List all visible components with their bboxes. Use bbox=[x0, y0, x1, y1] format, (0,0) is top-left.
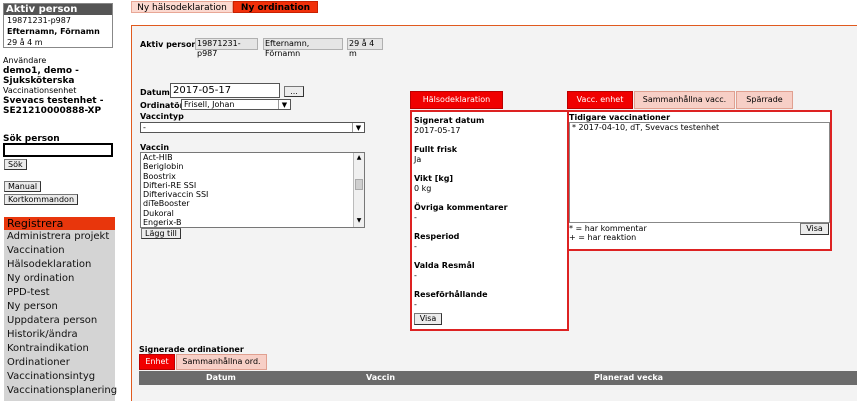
manual-button[interactable]: Manual bbox=[4, 181, 42, 192]
menu-item-vaccination[interactable]: Vaccination bbox=[4, 244, 115, 258]
field-value: 2017-05-17 bbox=[414, 126, 461, 135]
scroll-thumb[interactable] bbox=[355, 179, 363, 190]
column-header-planerad-vecka[interactable]: Planerad vecka bbox=[594, 371, 663, 385]
menu-item-halsodeklaration[interactable]: Hälsodeklaration bbox=[4, 258, 115, 272]
ordinator-select[interactable]: Frisell, Johan ▼ bbox=[181, 99, 291, 110]
menu-header-registrera[interactable]: Registrera bbox=[4, 217, 115, 230]
field-label: Signerat datum bbox=[414, 116, 485, 125]
user-name: demo1, demo - bbox=[3, 66, 79, 76]
tab-vacc-enhet[interactable]: Vacc. enhet bbox=[567, 91, 633, 109]
tab-sammanhallna-ord[interactable]: Sammanhållna ord. bbox=[176, 354, 267, 370]
field-label: Fullt frisk bbox=[414, 145, 458, 154]
listbox-scrollbar[interactable]: ▲ ▼ bbox=[353, 153, 364, 227]
tab-halsodeklaration[interactable]: Hälsodeklaration bbox=[410, 91, 503, 109]
signed-orders-table-header: Datum Vaccin Planerad vecka bbox=[139, 371, 857, 385]
vaccintyp-select[interactable]: - ▼ bbox=[140, 122, 365, 133]
menu-item-ppd-test[interactable]: PPD-test bbox=[4, 286, 115, 300]
vaccintyp-label: Vaccintyp bbox=[140, 112, 184, 121]
list-item[interactable]: Beriglobin bbox=[141, 162, 364, 171]
menu-item-ny-ordination[interactable]: Ny ordination bbox=[4, 272, 115, 286]
search-input[interactable] bbox=[3, 143, 113, 157]
list-item[interactable]: Difterivaccin SSI bbox=[141, 190, 364, 199]
field-value: - bbox=[414, 271, 417, 280]
shortcuts-button[interactable]: Kortkommandon bbox=[4, 194, 79, 205]
date-input[interactable]: 2017-05-17 bbox=[170, 83, 280, 98]
active-person-age: 29 å 4 m bbox=[7, 38, 43, 47]
active-person-age-field: 29 å 4 m bbox=[347, 38, 383, 58]
field-value: Ja bbox=[414, 155, 422, 164]
legend-reaction: + = har reaktion bbox=[569, 233, 637, 242]
chevron-down-icon: ▼ bbox=[278, 100, 290, 109]
tab-sammanhallna-vacc[interactable]: Sammanhållna vacc. bbox=[634, 91, 735, 109]
list-item[interactable]: Difteri-RE SSI bbox=[141, 181, 364, 190]
field-label: Resperiod bbox=[414, 232, 460, 241]
active-person-name-field: Efternamn, Förnamn bbox=[263, 38, 343, 58]
active-person-label: Aktiv person bbox=[140, 40, 198, 49]
list-item[interactable]: diTeBooster bbox=[141, 199, 364, 208]
field-value: - bbox=[414, 242, 417, 251]
unit-name: Svevacs testenhet - bbox=[3, 96, 104, 106]
previous-vaccinations-list[interactable]: * 2017-04-10, dT, Svevacs testenhet bbox=[569, 122, 830, 223]
previous-vaccinations-title: Tidigare vaccinationer bbox=[569, 113, 671, 122]
active-person-id: 19871231-p987 bbox=[7, 16, 71, 25]
date-label: Datum bbox=[140, 88, 170, 97]
list-item[interactable]: Dukoral bbox=[141, 209, 364, 218]
column-header-vaccin[interactable]: Vaccin bbox=[366, 371, 395, 385]
sidebar: Aktiv person 19871231-p987 Efternamn, Fö… bbox=[0, 0, 118, 401]
menu-item-kontraindikation[interactable]: Kontraindikation bbox=[4, 342, 115, 356]
scroll-up-icon[interactable]: ▲ bbox=[355, 154, 363, 163]
field-label: Vikt [kg] bbox=[414, 174, 454, 183]
column-header-datum[interactable]: Datum bbox=[206, 371, 236, 385]
tab-ny-halsodeklaration[interactable]: Ny hälsodeklaration bbox=[131, 1, 233, 13]
active-person-name: Efternamn, Förnamn bbox=[7, 27, 100, 36]
scroll-down-icon[interactable]: ▼ bbox=[355, 217, 363, 226]
tab-sparrade[interactable]: Spärrade bbox=[736, 91, 793, 109]
vaccinations-show-button[interactable]: Visa bbox=[800, 223, 829, 235]
chevron-down-icon: ▼ bbox=[352, 123, 364, 132]
active-person-box: Aktiv person 19871231-p987 Efternamn, Fö… bbox=[3, 3, 113, 48]
health-show-button[interactable]: Visa bbox=[414, 313, 442, 325]
search-button[interactable]: Sök bbox=[4, 159, 27, 170]
ordinator-value: Frisell, Johan bbox=[184, 100, 235, 109]
list-item[interactable]: Act-HIB bbox=[141, 153, 364, 162]
date-picker-button[interactable]: ... bbox=[284, 86, 304, 97]
unit-code: SE21210000888-XP bbox=[3, 106, 102, 116]
active-person-title: Aktiv person bbox=[4, 4, 112, 15]
field-value: 0 kg bbox=[414, 184, 432, 193]
user-label: Användare bbox=[3, 56, 47, 65]
vaccintyp-value: - bbox=[143, 123, 146, 132]
tab-enhet[interactable]: Enhet bbox=[139, 354, 175, 370]
add-vaccine-button[interactable]: Lägg till bbox=[141, 228, 181, 239]
field-value: - bbox=[414, 213, 417, 222]
menu-item-uppdatera-person[interactable]: Uppdatera person bbox=[4, 314, 115, 328]
list-item[interactable]: Engerix-B bbox=[141, 218, 364, 227]
menu-item-historik[interactable]: Historik/ändra bbox=[4, 328, 115, 342]
unit-label: Vaccinationsenhet bbox=[3, 86, 77, 95]
menu-item-ny-person[interactable]: Ny person bbox=[4, 300, 115, 314]
list-item[interactable]: * 2017-04-10, dT, Svevacs testenhet bbox=[570, 123, 829, 133]
menu-item-administrera-projekt[interactable]: Administrera projekt bbox=[4, 230, 115, 244]
sidebar-menu: Administrera projekt Vaccination Hälsode… bbox=[4, 230, 117, 401]
field-value: - bbox=[414, 300, 417, 309]
menu-item-vaccinationsintyg[interactable]: Vaccinationsintyg bbox=[4, 370, 115, 384]
tab-ny-ordination[interactable]: Ny ordination bbox=[233, 1, 318, 13]
ordinator-label: Ordinatör bbox=[140, 101, 184, 110]
menu-item-vaccinationsplanering[interactable]: Vaccinationsplanering bbox=[4, 384, 117, 398]
menu-item-ordinationer[interactable]: Ordinationer bbox=[4, 356, 115, 370]
field-label: Valda Resmål bbox=[414, 261, 475, 270]
vaccin-listbox[interactable]: Act-HIB Beriglobin Boostrix Difteri-RE S… bbox=[140, 152, 365, 228]
active-person-id-field: 19871231-p987 bbox=[195, 38, 258, 58]
signed-orders-title: Signerade ordinationer bbox=[139, 345, 244, 354]
legend-comment: * = har kommentar bbox=[569, 224, 647, 233]
field-label: Reseförhållande bbox=[414, 290, 488, 299]
health-fields: Signerat datum 2017-05-17 Fullt frisk Ja… bbox=[414, 116, 564, 310]
field-label: Övriga kommentarer bbox=[414, 203, 508, 212]
user-role: Sjuksköterska bbox=[3, 76, 75, 86]
list-item[interactable]: Boostrix bbox=[141, 172, 364, 181]
